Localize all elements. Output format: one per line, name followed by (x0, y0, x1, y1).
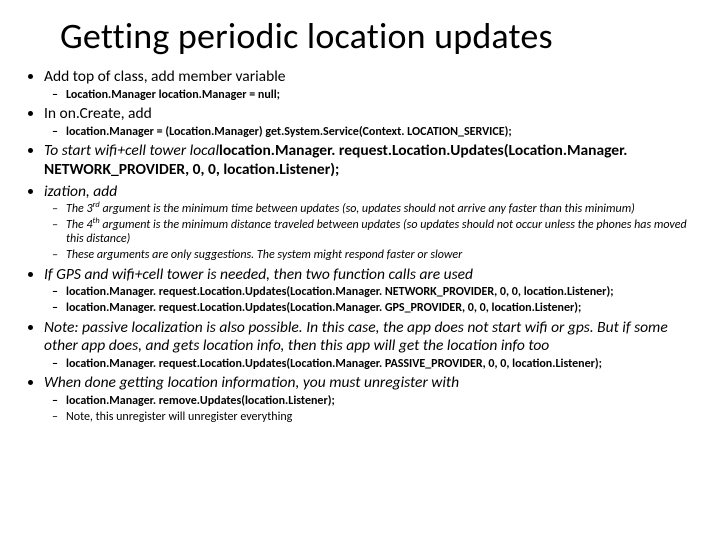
bullet-5-sub-2: location.Manager. request.Location.Updat… (66, 301, 702, 316)
bullet-4-sub-2: The 4th argument is the minimum distance… (66, 218, 702, 247)
bullet-1-sub-1: Location.Manager location.Manager = null… (66, 88, 702, 103)
bullet-5-text: If GPS and wifi+cell tower is needed, th… (44, 265, 473, 284)
bullet-2-text: In on.Create, add (44, 104, 152, 123)
slide: Getting periodic location updates Add to… (0, 0, 720, 540)
bullet-1-sub: Location.Manager location.Manager = null… (44, 88, 702, 103)
bullet-4-sub-1: The 3rd argument is the minimum time bet… (66, 202, 702, 217)
bullet-7-sub: location.Manager. remove.Updates(locatio… (44, 394, 702, 424)
bullet-5: If GPS and wifi+cell tower is needed, th… (44, 266, 702, 316)
bullet-4-text: ization, add (44, 182, 117, 201)
bullet-1: Add top of class, add member variable Lo… (44, 68, 702, 102)
bullet-7-sub-2: Note, this unregister will unregister ev… (66, 410, 702, 425)
bullet-7-text: When done getting location information, … (44, 373, 459, 392)
bullet-7: When done getting location information, … (44, 374, 702, 424)
bullet-2-sub-1: location.Manager = (Location.Manager) ge… (66, 125, 702, 140)
slide-title: Getting periodic location updates (60, 14, 702, 58)
bullet-4: ization, add The 3rd argument is the min… (44, 183, 702, 263)
bullet-5-sub: location.Manager. request.Location.Updat… (44, 285, 702, 315)
bullet-4-sub: The 3rd argument is the minimum time bet… (44, 202, 702, 263)
bullet-list: Add top of class, add member variable Lo… (26, 68, 702, 424)
bullet-1-text: Add top of class, add member variable (44, 67, 286, 86)
bullet-6-text: Note: passive localization is also possi… (44, 318, 668, 356)
bullet-6: Note: passive localization is also possi… (44, 319, 702, 372)
bullet-2: In on.Create, add location.Manager = (Lo… (44, 105, 702, 139)
bullet-4-sub-3: These arguments are only suggestions. Th… (66, 248, 702, 263)
bullet-3-lead: To start wifi+cell tower local (44, 141, 219, 160)
bullet-7-sub-1: location.Manager. remove.Updates(locatio… (66, 394, 702, 409)
bullet-2-sub: location.Manager = (Location.Manager) ge… (44, 125, 702, 140)
bullet-3: To start wifi+cell tower locallocation.M… (44, 142, 702, 179)
bullet-6-sub: location.Manager. request.Location.Updat… (44, 357, 702, 372)
bullet-6-sub-1: location.Manager. request.Location.Updat… (66, 357, 702, 372)
bullet-5-sub-1: location.Manager. request.Location.Updat… (66, 285, 702, 300)
